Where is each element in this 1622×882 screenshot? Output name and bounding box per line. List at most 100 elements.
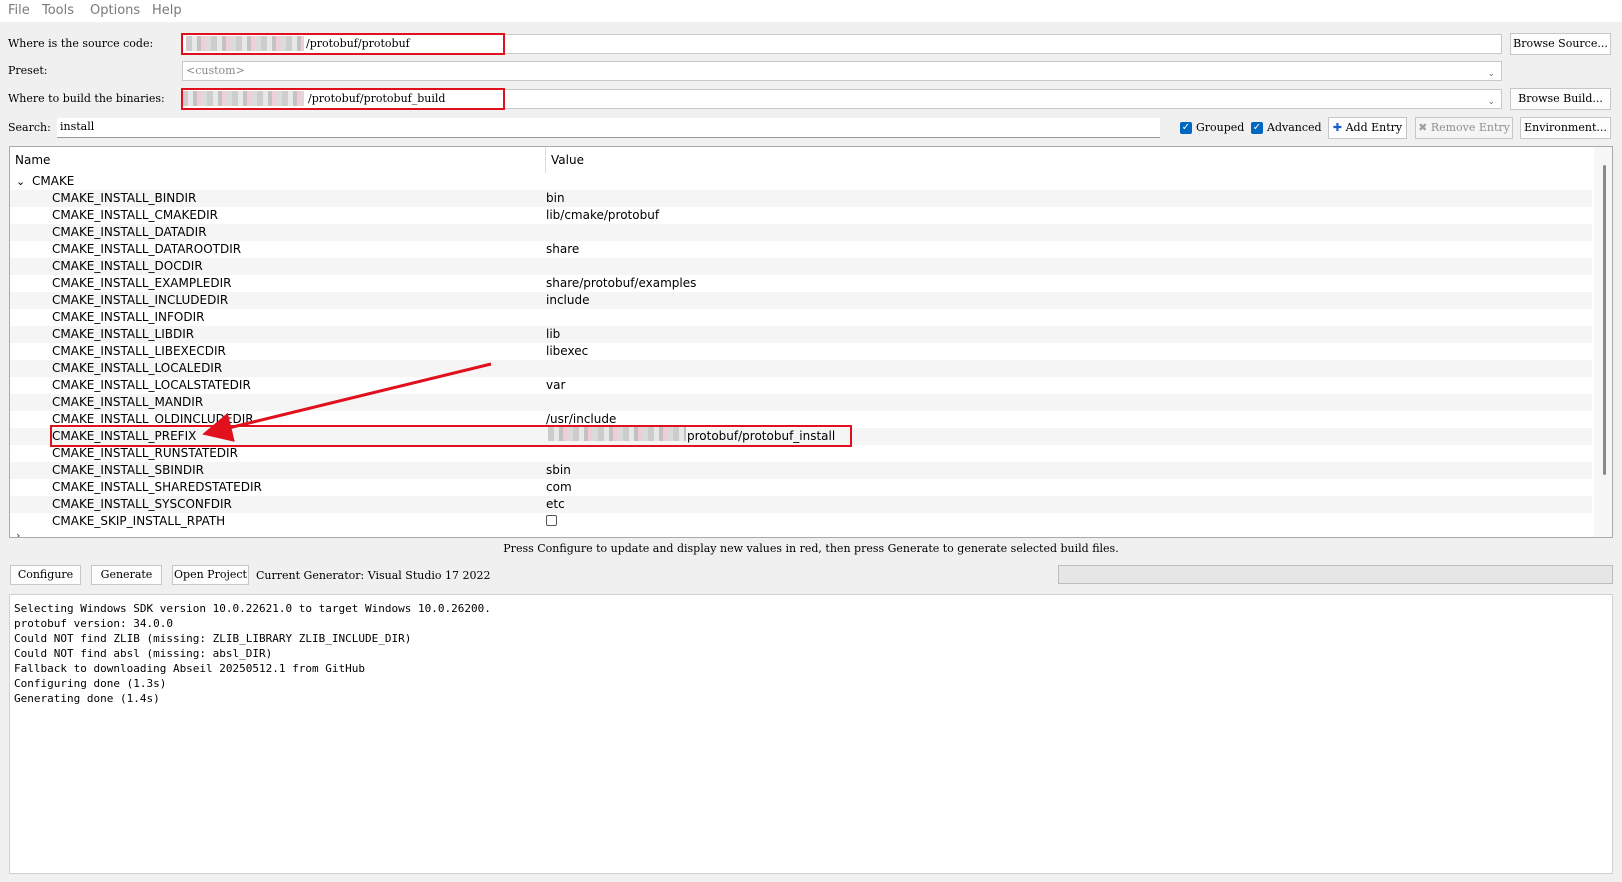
menu-file[interactable]: File — [8, 3, 30, 18]
row-value[interactable]: com — [546, 479, 572, 496]
row-name: CMAKE_INSTALL_CMAKEDIR — [52, 208, 219, 222]
row-name: CMAKE_INSTALL_LOCALEDIR — [52, 361, 223, 375]
row-checkbox[interactable] — [546, 515, 557, 526]
row-value[interactable]: bin — [546, 190, 565, 207]
table-row[interactable]: CMAKE_INSTALL_DATADIR — [10, 224, 1592, 241]
table-row[interactable]: CMAKE_INSTALL_LOCALSTATEDIR var — [10, 377, 1592, 394]
table-row[interactable]: CMAKE_INSTALL_LOCALEDIR — [10, 360, 1592, 377]
row-value[interactable]: sbin — [546, 462, 571, 479]
table-row[interactable]: CMAKE_SKIP_INSTALL_RPATH — [10, 513, 1592, 530]
table-row[interactable]: CMAKE_INSTALL_OLDINCLUDEDIR/usr/include — [10, 411, 1592, 428]
add-entry-button[interactable]: ✚ Add Entry — [1328, 117, 1407, 139]
table-scrollbar[interactable] — [1594, 147, 1612, 537]
chevron-right-icon[interactable]: › — [16, 527, 20, 537]
preset-value: <custom> — [186, 64, 245, 77]
row-name: CMAKE_INSTALL_MANDIR — [52, 395, 204, 409]
row-value[interactable]: include — [546, 292, 589, 309]
advanced-checkbox[interactable]: ✓ — [1251, 122, 1263, 134]
group-label: CMAKE — [32, 174, 75, 188]
row-name: CMAKE_INSTALL_LIBDIR — [52, 327, 195, 341]
row-value[interactable]: var — [546, 377, 565, 394]
preset-select[interactable]: <custom> ⌄ — [182, 61, 1502, 81]
build-select[interactable]: /protobuf/protobuf_build ⌄ — [182, 89, 1502, 109]
row-value[interactable]: etc — [546, 496, 565, 513]
column-value-header[interactable]: Value — [546, 147, 1592, 173]
menu-bar: File Tools Options Help — [0, 0, 1622, 22]
table-row[interactable]: CMAKE_INSTALL_RUNSTATEDIR — [10, 445, 1592, 462]
row-name: CMAKE_INSTALL_SBINDIR — [52, 463, 204, 477]
table-row[interactable]: CMAKE_INSTALL_DOCDIR — [10, 258, 1592, 275]
source-value: /protobuf/protobuf — [306, 37, 410, 50]
current-generator: Current Generator: Visual Studio 17 2022 — [256, 569, 491, 582]
row-name: CMAKE_INSTALL_OLDINCLUDEDIR — [52, 412, 254, 426]
redacted-build-path — [182, 91, 304, 106]
log-line: Could NOT find absl (missing: absl_DIR) — [14, 647, 273, 660]
chevron-down-icon[interactable]: ⌄ — [16, 173, 25, 190]
hint-text: Press Configure to update and display ne… — [503, 542, 1119, 555]
log-line: Generating done (1.4s) — [14, 692, 160, 705]
row-value[interactable]: lib — [546, 326, 560, 343]
table-row[interactable]: CMAKE_INSTALL_MANDIR — [10, 394, 1592, 411]
row-name: CMAKE_INSTALL_DATADIR — [52, 225, 207, 239]
row-name: CMAKE_INSTALL_DATAROOTDIR — [52, 242, 242, 256]
menu-tools[interactable]: Tools — [42, 3, 74, 18]
scrollbar-thumb[interactable] — [1603, 165, 1606, 475]
row-name: CMAKE_SKIP_INSTALL_RPATH — [52, 514, 226, 528]
row-value[interactable]: share/protobuf/examples — [546, 275, 696, 292]
row-value[interactable]: share — [546, 241, 579, 258]
redacted-prefix-path — [548, 426, 686, 441]
table-row[interactable]: CMAKE_INSTALL_LIBDIR lib — [10, 326, 1592, 343]
open-project-button[interactable]: Open Project — [172, 565, 249, 585]
log-line: Configuring done (1.3s) — [14, 677, 167, 690]
table-row[interactable]: CMAKE_INSTALL_SBINDIR sbin — [10, 462, 1592, 479]
browse-build-button[interactable]: Browse Build... — [1510, 88, 1611, 110]
table-row[interactable]: CMAKE_INSTALL_INCLUDEDIR include — [10, 292, 1592, 309]
source-field[interactable]: /protobuf/protobuf — [182, 34, 1502, 54]
log-line: protobuf version: 34.0.0 — [14, 617, 173, 630]
row-name: CMAKE_INSTALL_LOCALSTATEDIR — [52, 378, 251, 392]
table-row[interactable]: CMAKE_INSTALL_DATAROOTDIR share — [10, 241, 1592, 258]
table-row[interactable]: CMAKE_INSTALL_SHAREDSTATEDIR com — [10, 479, 1592, 496]
output-log[interactable]: Selecting Windows SDK version 10.0.22621… — [9, 594, 1613, 874]
cache-table: Name Value ⌄ CMAKE CMAKE_INSTALL_BINDIR b… — [9, 146, 1613, 538]
row-name: CMAKE_INSTALL_INCLUDEDIR — [52, 293, 229, 307]
grouped-checkbox[interactable]: ✓ — [1180, 122, 1192, 134]
preset-label: Preset: — [8, 64, 48, 77]
table-row[interactable]: CMAKE_INSTALL_SYSCONFDIR etc — [10, 496, 1592, 513]
row-value[interactable]: protobuf/protobuf_install — [687, 428, 835, 445]
x-icon: ✖ — [1418, 121, 1428, 134]
menu-help[interactable]: Help — [152, 3, 182, 18]
environment-button[interactable]: Environment... — [1520, 117, 1611, 139]
source-label: Where is the source code: — [8, 37, 154, 50]
row-name: CMAKE_INSTALL_RUNSTATEDIR — [52, 446, 238, 460]
table-row[interactable]: CMAKE_INSTALL_INFODIR — [10, 309, 1592, 326]
progress-bar — [1058, 565, 1613, 584]
row-name: CMAKE_INSTALL_EXAMPLEDIR — [52, 276, 232, 290]
table-row[interactable]: CMAKE_INSTALL_BINDIR bin — [10, 190, 1592, 207]
row-name: CMAKE_INSTALL_SYSCONFDIR — [52, 497, 232, 511]
table-row[interactable]: CMAKE_INSTALL_CMAKEDIR lib/cmake/protobuf — [10, 207, 1592, 224]
column-name-header[interactable]: Name — [10, 147, 546, 173]
log-line: Fallback to downloading Abseil 20250512.… — [14, 662, 365, 675]
table-row[interactable]: CMAKE_INSTALL_LIBEXECDIR libexec — [10, 343, 1592, 360]
row-name: CMAKE_INSTALL_PREFIX — [52, 429, 197, 443]
row-name: CMAKE_INSTALL_DOCDIR — [52, 259, 203, 273]
remove-entry-button[interactable]: ✖ Remove Entry — [1415, 117, 1513, 139]
grouped-label: Grouped — [1196, 121, 1245, 134]
chevron-down-icon: ⌄ — [1487, 97, 1495, 107]
log-line: Could NOT find ZLIB (missing: ZLIB_LIBRA… — [14, 632, 412, 645]
row-name: CMAKE_INSTALL_BINDIR — [52, 191, 197, 205]
log-line: Selecting Windows SDK version 10.0.22621… — [14, 602, 491, 615]
search-value: install — [60, 120, 95, 133]
row-name: CMAKE_INSTALL_LIBEXECDIR — [52, 344, 226, 358]
table-row[interactable]: CMAKE_INSTALL_PREFIX protobuf/protobuf_in… — [10, 428, 1592, 445]
build-label: Where to build the binaries: — [8, 92, 165, 105]
search-input[interactable]: install — [57, 118, 1160, 138]
row-value[interactable]: lib/cmake/protobuf — [546, 207, 659, 224]
table-row[interactable]: CMAKE_INSTALL_EXAMPLEDIR share/protobuf/e… — [10, 275, 1592, 292]
menu-options[interactable]: Options — [90, 3, 140, 18]
row-value[interactable]: libexec — [546, 343, 588, 360]
browse-source-button[interactable]: Browse Source... — [1510, 33, 1611, 55]
configure-button[interactable]: Configure — [10, 565, 81, 585]
generate-button[interactable]: Generate — [91, 565, 162, 585]
